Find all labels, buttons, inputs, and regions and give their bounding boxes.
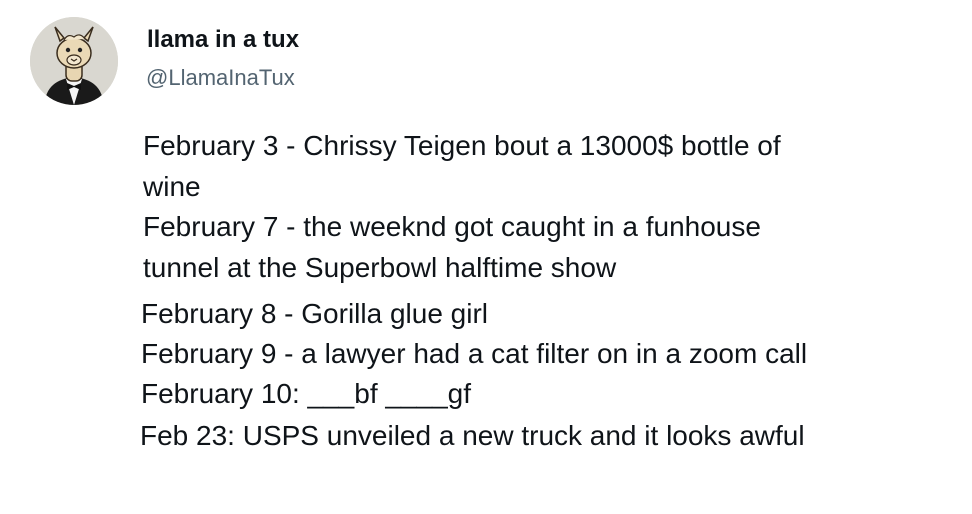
tweet-line: February 8 - Gorilla glue girl [141, 298, 489, 329]
tweet-line: February 7 - the weeknd got caught in a … [143, 211, 761, 242]
tweet-line: tunnel at the Superbowl halftime show [143, 252, 617, 283]
author-handle[interactable]: @LlamaInaTux [146, 64, 295, 92]
tweet-line: February 9 - a lawyer had a cat filter o… [141, 338, 808, 369]
tweet-line: Feb 23: USPS unveiled a new truck and it… [140, 420, 805, 451]
tweet-card: llama in a tux @LlamaInaTux February 3 -… [0, 0, 972, 514]
author-display-name[interactable]: llama in a tux [147, 25, 299, 55]
llama-avatar-icon [30, 17, 118, 105]
tweet-line: February 3 - Chrissy Teigen bout a 13000… [143, 130, 781, 161]
avatar[interactable] [30, 17, 118, 105]
tweet-line: wine [143, 171, 201, 202]
tweet-line: February 10: ___bf ____gf [141, 378, 472, 409]
